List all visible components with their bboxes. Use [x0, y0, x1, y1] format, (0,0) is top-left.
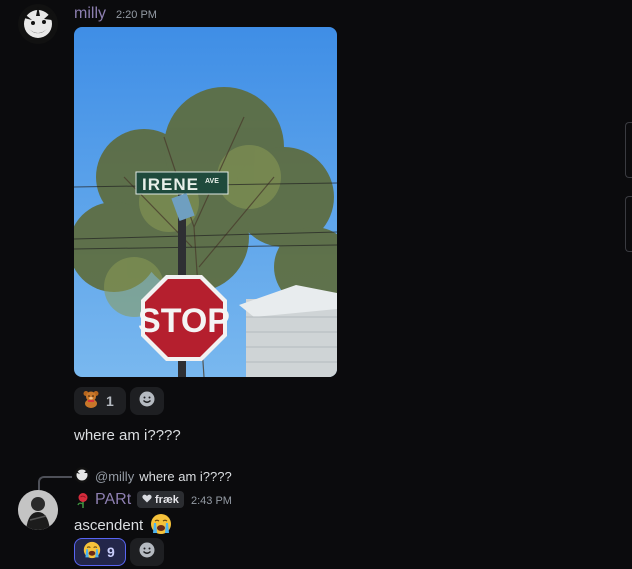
heart-icon — [142, 494, 152, 506]
avatar-part[interactable] — [18, 490, 58, 530]
reply-connector — [38, 476, 72, 490]
timestamp: 2:20 PM — [116, 9, 157, 21]
svg-text:IRENE: IRENE — [142, 175, 199, 194]
message-text: ascendent — [74, 513, 172, 539]
rail-tick — [625, 122, 632, 178]
smiley-add-icon — [138, 390, 156, 413]
reply-preview[interactable]: @milly where am i???? — [74, 466, 232, 486]
reaction-crying-face[interactable]: 9 — [74, 538, 126, 566]
add-reaction-button[interactable] — [130, 538, 164, 566]
crying-face-icon — [83, 541, 101, 564]
crying-face-icon — [150, 513, 172, 539]
avatar-milly[interactable] — [18, 4, 58, 44]
svg-text:STOP: STOP — [138, 302, 230, 340]
reply-mention[interactable]: @milly — [95, 469, 134, 484]
svg-text:AVE: AVE — [205, 178, 219, 185]
smiley-add-icon — [138, 541, 156, 564]
user-tag-label: fræk — [155, 493, 179, 506]
image-attachment[interactable]: IRENE AVE STOP — [74, 27, 337, 377]
add-reaction-button[interactable] — [130, 387, 164, 415]
right-rail — [620, 0, 632, 569]
reply-avatar-icon — [74, 466, 90, 486]
rail-tick — [625, 196, 632, 252]
chat-view: milly 2:20 PM IRENE AVE STOP 1 where am … — [0, 0, 632, 569]
username[interactable]: milly — [74, 5, 106, 23]
message-text: where am i???? — [74, 427, 181, 444]
user-tag[interactable]: fræk — [137, 491, 184, 508]
reaction-teddy-bear[interactable]: 1 — [74, 387, 126, 415]
reaction-count: 1 — [106, 393, 114, 409]
message-text-content: ascendent — [74, 517, 144, 534]
stop-sign-photo: IRENE AVE STOP — [74, 27, 337, 377]
rose-icon — [75, 492, 91, 514]
username[interactable]: PARt — [95, 491, 131, 509]
timestamp: 2:43 PM — [191, 495, 232, 507]
teddy-bear-icon — [82, 390, 100, 413]
reaction-count: 9 — [107, 544, 115, 560]
reply-text: where am i???? — [139, 468, 232, 484]
